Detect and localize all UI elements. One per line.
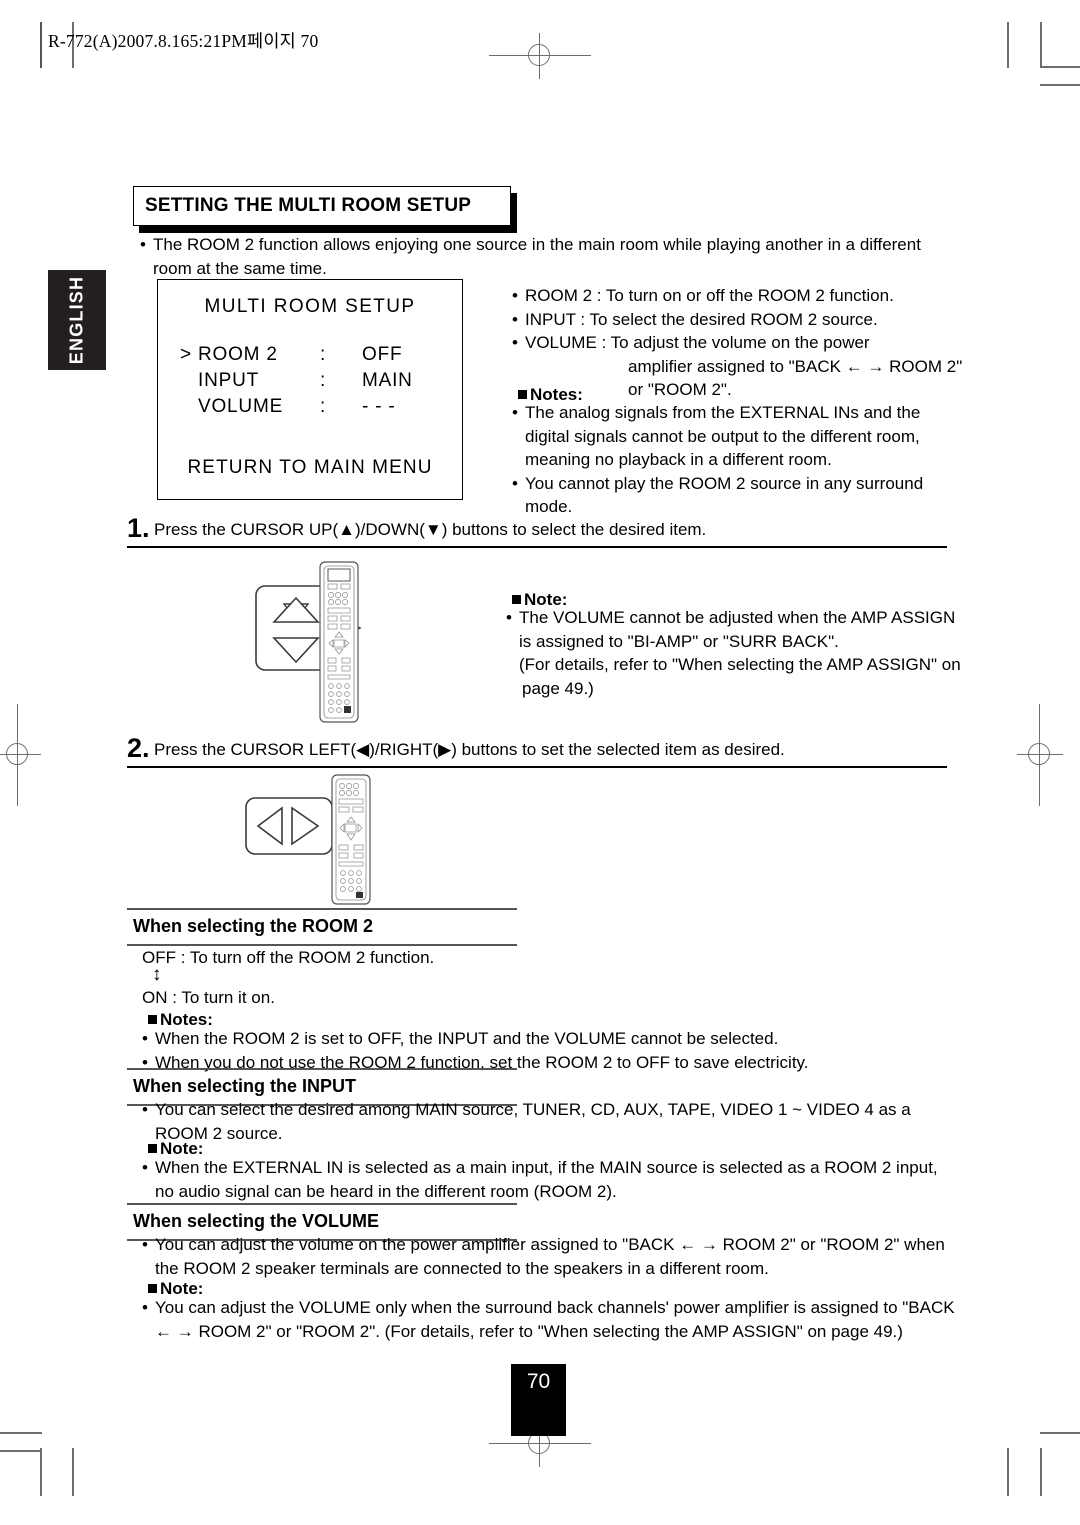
osd-row-room2[interactable]: > ROOM 2 : OFF [180, 342, 413, 368]
registration-mark-top [489, 33, 591, 79]
step1-note-line-2: is assigned to "BI-AMP" or "SURR BACK". [519, 631, 839, 651]
step-2-divider [127, 766, 947, 768]
language-tab-english: ENGLISH [48, 270, 106, 370]
step1-note-line-4: page 49.) [522, 678, 594, 698]
description-input: INPUT : To select the desired ROOM 2 sou… [512, 308, 982, 332]
remote-figure-up-down [232, 558, 392, 726]
manual-page: R-772(A)2007.8.165:21PM페이지 70 ENGLISH SE… [0, 0, 1080, 1525]
osd-rows: > ROOM 2 : OFF INPUT : MAIN VOLUME : - -… [180, 342, 413, 420]
heading-rule-top [127, 908, 517, 910]
language-tab-label: ENGLISH [66, 275, 87, 365]
registration-mark-right [1017, 704, 1063, 806]
section-intro-text: The ROOM 2 function allows enjoying one … [140, 233, 930, 280]
step-2: 2. Press the CURSOR LEFT(◀)/RIGHT(▶) but… [127, 733, 785, 764]
osd-return-to-main-menu[interactable]: RETURN TO MAIN MENU [158, 457, 462, 479]
note-square-icon [148, 1284, 157, 1293]
crop-mark-bottom-right-vertical [1040, 1448, 1042, 1496]
description-volume-cont-1: amplifier assigned to "BACK ← → ROOM 2" [628, 356, 963, 376]
osd-row-value: OFF [362, 344, 403, 365]
room2-on-line: ON : To turn it on. [142, 988, 275, 1007]
crop-mark-bottom-left-horizontal [0, 1450, 42, 1452]
section-intro: The ROOM 2 function allows enjoying one … [140, 233, 930, 280]
room2-note-1: When the ROOM 2 is set to OFF, the INPUT… [142, 1027, 942, 1051]
crop-mark-bottom-right-inner-vertical [1007, 1448, 1009, 1496]
room2-off-line: OFF : To turn off the ROOM 2 function. [142, 948, 435, 967]
note-square-icon [148, 1015, 157, 1024]
crop-mark-top-right-vertical [1040, 22, 1042, 68]
section-title-bar: SETTING THE MULTI ROOM SETUP [133, 186, 517, 233]
page-number: 70 [526, 1370, 551, 1393]
step-1: 1. Press the CURSOR UP(▲)/DOWN(▼) button… [127, 513, 706, 544]
right-note-1: The analog signals from the EXTERNAL INs… [512, 401, 932, 472]
note-square-icon [518, 390, 527, 399]
input-note-1: When the EXTERNAL IN is selected as a ma… [142, 1156, 952, 1203]
osd-cursor-indicator: > [180, 344, 192, 365]
right-note-2: You cannot play the ROOM 2 source in any… [512, 472, 932, 519]
crop-mark-top-right-horizontal [1040, 66, 1080, 68]
osd-row-label: ROOM 2 [198, 344, 278, 365]
osd-row-label: INPUT [198, 370, 259, 391]
heading-volume-label: When selecting the VOLUME [133, 1211, 380, 1231]
slug-rule [40, 22, 42, 68]
registration-mark-left [0, 704, 41, 806]
right-notes-list: The analog signals from the EXTERNAL INs… [512, 401, 932, 519]
crop-mark-bottom-left-horizontal-2 [0, 1432, 42, 1434]
description-volume: VOLUME : To adjust the volume on the pow… [512, 331, 982, 355]
step1-note-body: The VOLUME cannot be adjusted when the A… [506, 606, 976, 700]
step-2-number: 2. [127, 733, 150, 763]
crop-mark-bottom-left-vertical [40, 1448, 42, 1496]
osd-row-colon: : [320, 344, 326, 365]
volume-note-line-1: You can adjust the VOLUME only when the … [142, 1296, 982, 1320]
crop-mark-bottom-right-horizontal [1040, 1432, 1080, 1434]
print-slug: R-772(A)2007.8.165:21PM페이지 70 [48, 31, 319, 51]
step1-note-line-3: (For details, refer to "When selecting t… [519, 655, 961, 674]
heading-rule-top [127, 1068, 517, 1070]
step-1-divider [127, 546, 947, 548]
osd-row-input[interactable]: INPUT : MAIN [180, 368, 413, 394]
volume-bullets: You can adjust the volume on the power a… [142, 1233, 972, 1280]
description-room2: ROOM 2 : To turn on or off the ROOM 2 fu… [512, 284, 982, 308]
remote-figure-left-right [232, 772, 392, 907]
heading-input-label: When selecting the INPUT [133, 1076, 357, 1096]
section-title-box: SETTING THE MULTI ROOM SETUP [133, 186, 511, 226]
crop-mark-bottom-left-inner-vertical [72, 1448, 74, 1496]
page-number-block: 70 [511, 1364, 566, 1436]
crop-mark-top-right-inner-vertical [1007, 22, 1009, 68]
note-square-icon [512, 595, 521, 604]
step1-note-line-1: The VOLUME cannot be adjusted when the A… [506, 606, 976, 630]
step-1-number: 1. [127, 513, 150, 543]
heading-rule-top [127, 1203, 517, 1205]
input-bullet-1: You can select the desired among MAIN so… [142, 1098, 952, 1145]
osd-row-value: - - - [362, 396, 396, 417]
note-square-icon [148, 1144, 157, 1153]
osd-row-colon: : [320, 396, 326, 417]
crop-mark-top-right-horizontal-2 [1040, 84, 1080, 86]
heading-room2-section: When selecting the ROOM 2 [127, 908, 517, 948]
volume-bullet-line-2: the ROOM 2 speaker terminals are connect… [155, 1258, 769, 1278]
room2-notes-list: When the ROOM 2 is set to OFF, the INPUT… [142, 1027, 942, 1074]
osd-row-label: VOLUME [198, 396, 284, 417]
input-notes-list: When the EXTERNAL IN is selected as a ma… [142, 1156, 952, 1203]
volume-note-line-2: ← → ROOM 2" or "ROOM 2". (For details, r… [155, 1321, 903, 1341]
osd-row-colon: : [320, 370, 326, 391]
osd-row-value: MAIN [362, 370, 413, 391]
heading-room2-label: When selecting the ROOM 2 [133, 916, 374, 936]
volume-bullet-line-1: You can adjust the volume on the power a… [142, 1233, 972, 1257]
input-bullets: You can select the desired among MAIN so… [142, 1098, 952, 1145]
room2-toggle-arrow-icon: ↕ [152, 964, 162, 985]
osd-menu: MULTI ROOM SETUP > ROOM 2 : OFF INPUT : … [157, 279, 463, 500]
osd-row-volume[interactable]: VOLUME : - - - [180, 394, 413, 420]
step-1-text: Press the CURSOR UP(▲)/DOWN(▼) buttons t… [153, 520, 707, 539]
osd-title: MULTI ROOM SETUP [204, 296, 416, 317]
section-title-text: SETTING THE MULTI ROOM SETUP [145, 195, 472, 216]
step-2-text: Press the CURSOR LEFT(◀)/RIGHT(▶) button… [153, 740, 785, 759]
volume-notes-list: You can adjust the VOLUME only when the … [142, 1296, 982, 1343]
